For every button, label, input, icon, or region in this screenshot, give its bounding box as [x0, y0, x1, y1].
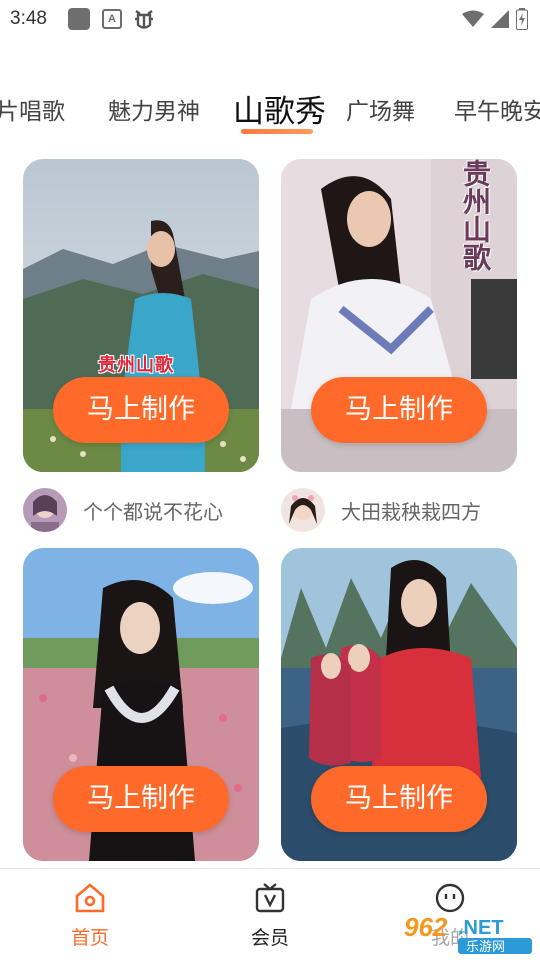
svg-text:962: 962	[404, 912, 448, 942]
battery-icon	[516, 8, 528, 30]
author-name: 大田栽秧栽四方	[341, 499, 481, 524]
template-card[interactable]: 马上制作	[281, 548, 517, 861]
avatar	[281, 488, 325, 532]
signal-icon	[491, 10, 509, 28]
active-tab-indicator	[241, 129, 313, 134]
wifi-icon	[462, 10, 484, 27]
make-now-button[interactable]: 马上制作	[53, 766, 229, 832]
card-author[interactable]: 个个都说不花心	[23, 487, 223, 533]
site-watermark: 962 .NET 乐游网	[398, 908, 536, 958]
status-right-icons	[462, 8, 528, 30]
card-overlay-text: 贵州山歌	[459, 159, 492, 271]
tab-4[interactable]: 早午晚安	[454, 92, 540, 126]
nav-label: 首页	[70, 927, 109, 949]
vip-tv-icon	[255, 883, 285, 913]
tab-2-active[interactable]: 山歌秀	[233, 86, 326, 131]
template-card[interactable]: 马上制作	[23, 548, 259, 861]
make-now-button[interactable]: 马上制作	[53, 377, 229, 443]
a-badge-icon: A	[102, 9, 122, 29]
author-name: 个个都说不花心	[83, 499, 223, 524]
card-overlay-text: 贵州山歌	[98, 355, 174, 376]
make-now-button[interactable]: 马上制作	[311, 377, 487, 443]
nav-vip[interactable]: 会员	[180, 869, 360, 960]
make-now-button[interactable]: 马上制作	[311, 766, 487, 832]
card-author[interactable]: 大田栽秧栽四方	[281, 487, 481, 533]
tab-1[interactable]: 魅力男神	[108, 92, 200, 126]
bug-icon	[132, 5, 156, 37]
tab-0[interactable]: 片唱歌	[0, 92, 65, 126]
nav-label: 会员	[250, 927, 289, 949]
tab-3[interactable]: 广场舞	[346, 92, 415, 126]
status-time: 3:48	[10, 8, 47, 29]
svg-text:.NET: .NET	[458, 917, 504, 939]
template-card[interactable]: 贵州山歌 马上制作	[23, 159, 259, 472]
avatar	[23, 488, 67, 532]
app-square-icon	[68, 8, 90, 30]
svg-text:乐游网: 乐游网	[466, 940, 505, 955]
home-icon	[75, 883, 105, 913]
template-card[interactable]: 贵州山歌 马上制作	[281, 159, 517, 472]
status-bar: 3:48 A	[0, 0, 540, 38]
nav-home[interactable]: 首页	[0, 869, 180, 960]
